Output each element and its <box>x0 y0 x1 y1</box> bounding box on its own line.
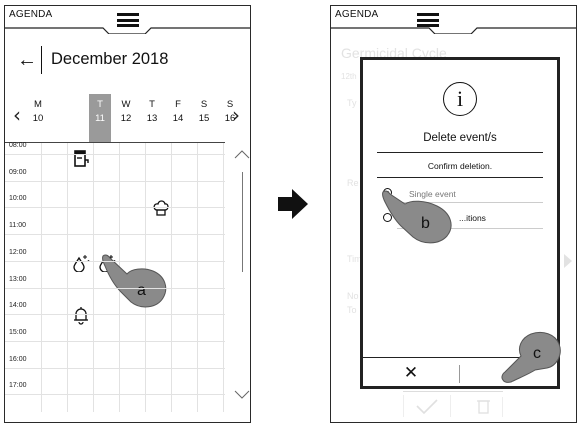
day-number: 10 <box>32 113 44 124</box>
pointing-hand-c: c <box>501 331 561 383</box>
day-column-2[interactable]: W 12 <box>115 98 137 126</box>
day-number: 15 <box>198 113 210 124</box>
day-letter: T <box>149 99 155 110</box>
hour-gridline <box>5 314 225 316</box>
bg-type-label: Ty <box>347 98 357 108</box>
bg-arrow-icon <box>564 254 572 268</box>
day-letter: F <box>175 99 181 110</box>
hour-gridline <box>5 287 225 289</box>
scroll-up-chevron-icon[interactable] <box>233 148 251 160</box>
agenda-tab-2[interactable]: AGENDA <box>335 9 378 20</box>
bg-repeat-label: Re <box>347 178 359 188</box>
day-number: 13 <box>146 113 158 124</box>
day-column-0[interactable]: M 10 <box>27 98 49 126</box>
hour-label: 16:00 <box>9 355 27 363</box>
back-arrow-icon[interactable]: ← <box>17 50 37 70</box>
hour-label: 15:00 <box>9 328 27 336</box>
pointing-hand-b: b <box>382 190 452 244</box>
menu-icon[interactable] <box>117 13 139 27</box>
pointing-hand-a: a <box>102 254 167 308</box>
day-gridline <box>93 142 94 412</box>
hour-gridline <box>5 234 225 236</box>
bell-icon[interactable] <box>73 306 89 326</box>
bg-trash-icon <box>477 397 503 417</box>
hour-gridline <box>5 260 225 262</box>
dialog-message: Confirm deletion. <box>427 161 493 171</box>
info-icon: i <box>443 82 477 116</box>
hour-label: 09:00 <box>9 168 27 176</box>
prev-week-chevron-icon[interactable]: ‹ <box>13 105 21 125</box>
bottom-action-bar <box>403 391 503 421</box>
bg-event-date: 12th <box>341 72 357 81</box>
callout-b-label: b <box>421 215 430 232</box>
day-letter: S <box>200 99 208 110</box>
day-gridline <box>223 142 224 412</box>
month-title: December 2018 <box>51 50 169 68</box>
bg-notes-label: No <box>347 291 359 301</box>
day-gridline <box>197 142 198 412</box>
tab-bar: AGENDA <box>5 6 250 34</box>
day-letter: M <box>34 99 42 110</box>
bg-confirm-icon <box>403 395 451 417</box>
hour-gridline <box>5 367 225 369</box>
agenda-tab[interactable]: AGENDA <box>9 9 52 20</box>
hour-gridline <box>5 154 225 155</box>
cancel-button[interactable]: ✕ <box>363 360 459 386</box>
day-gridline <box>67 142 68 412</box>
coffee-machine-icon[interactable] <box>73 150 89 168</box>
hour-label: 11:00 <box>9 222 26 230</box>
day-number: 11 <box>95 113 105 124</box>
chef-hat-icon[interactable] <box>153 200 169 218</box>
germicidal-drop-icon[interactable] <box>73 252 91 272</box>
hour-label: 13:00 <box>9 275 27 283</box>
day-gridline <box>41 142 42 412</box>
message-separator <box>377 177 543 178</box>
hour-gridline <box>5 394 225 396</box>
day-number: 12 <box>120 113 132 124</box>
callout-c-label: c <box>533 345 541 362</box>
grid-top-border <box>5 142 225 143</box>
day-letter: W <box>121 99 131 110</box>
hour-label: 14:00 <box>9 302 27 310</box>
menu-icon-2[interactable] <box>417 13 439 27</box>
day-column-6[interactable]: S 16 <box>219 98 241 126</box>
day-column-4[interactable]: F 14 <box>167 98 189 126</box>
hour-label: 17:00 <box>9 382 27 390</box>
day-column-1[interactable]: T 11 <box>89 94 111 142</box>
day-number: 16 <box>224 113 236 124</box>
agenda-screen-left: AGENDA ← December 2018 ‹ › M 10 T 11 W 12 T 13 F… <box>4 5 251 423</box>
button-divider <box>459 365 460 383</box>
day-letter: T <box>97 99 103 110</box>
bg-to-label: To <box>347 305 357 315</box>
delete-dialog: i Delete event/s Confirm deletion. Singl… <box>360 57 561 389</box>
calendar-grid[interactable]: a 08:00 09:00 10:00 11:00 12:00 13:00 14:00 15:… <box>5 142 251 422</box>
dialog-title: Delete event/s <box>423 132 497 144</box>
title-separator <box>377 152 543 153</box>
day-column-5[interactable]: S 15 <box>193 98 215 126</box>
hour-label: 08:00 <box>9 142 27 149</box>
day-column-3[interactable]: T 13 <box>141 98 163 126</box>
hour-label: 12:00 <box>9 248 27 256</box>
scrollbar[interactable] <box>242 172 244 272</box>
divider <box>41 46 43 74</box>
day-letter: S <box>226 99 234 110</box>
agenda-screen-right: AGENDA Germicidal Cycle 12th Ty Re Tim N… <box>330 5 577 423</box>
day-number: 14 <box>172 113 184 124</box>
callout-a-label: a <box>137 282 146 299</box>
hour-gridline <box>5 340 225 342</box>
hour-gridline <box>5 207 225 209</box>
scroll-down-chevron-icon[interactable] <box>233 388 251 400</box>
hour-label: 10:00 <box>9 195 27 203</box>
next-step-arrow-icon <box>278 189 308 219</box>
hour-gridline <box>5 180 225 182</box>
all-repetitions-label[interactable]: ...itions <box>459 213 486 223</box>
tab-bar-2: AGENDA <box>331 6 576 34</box>
